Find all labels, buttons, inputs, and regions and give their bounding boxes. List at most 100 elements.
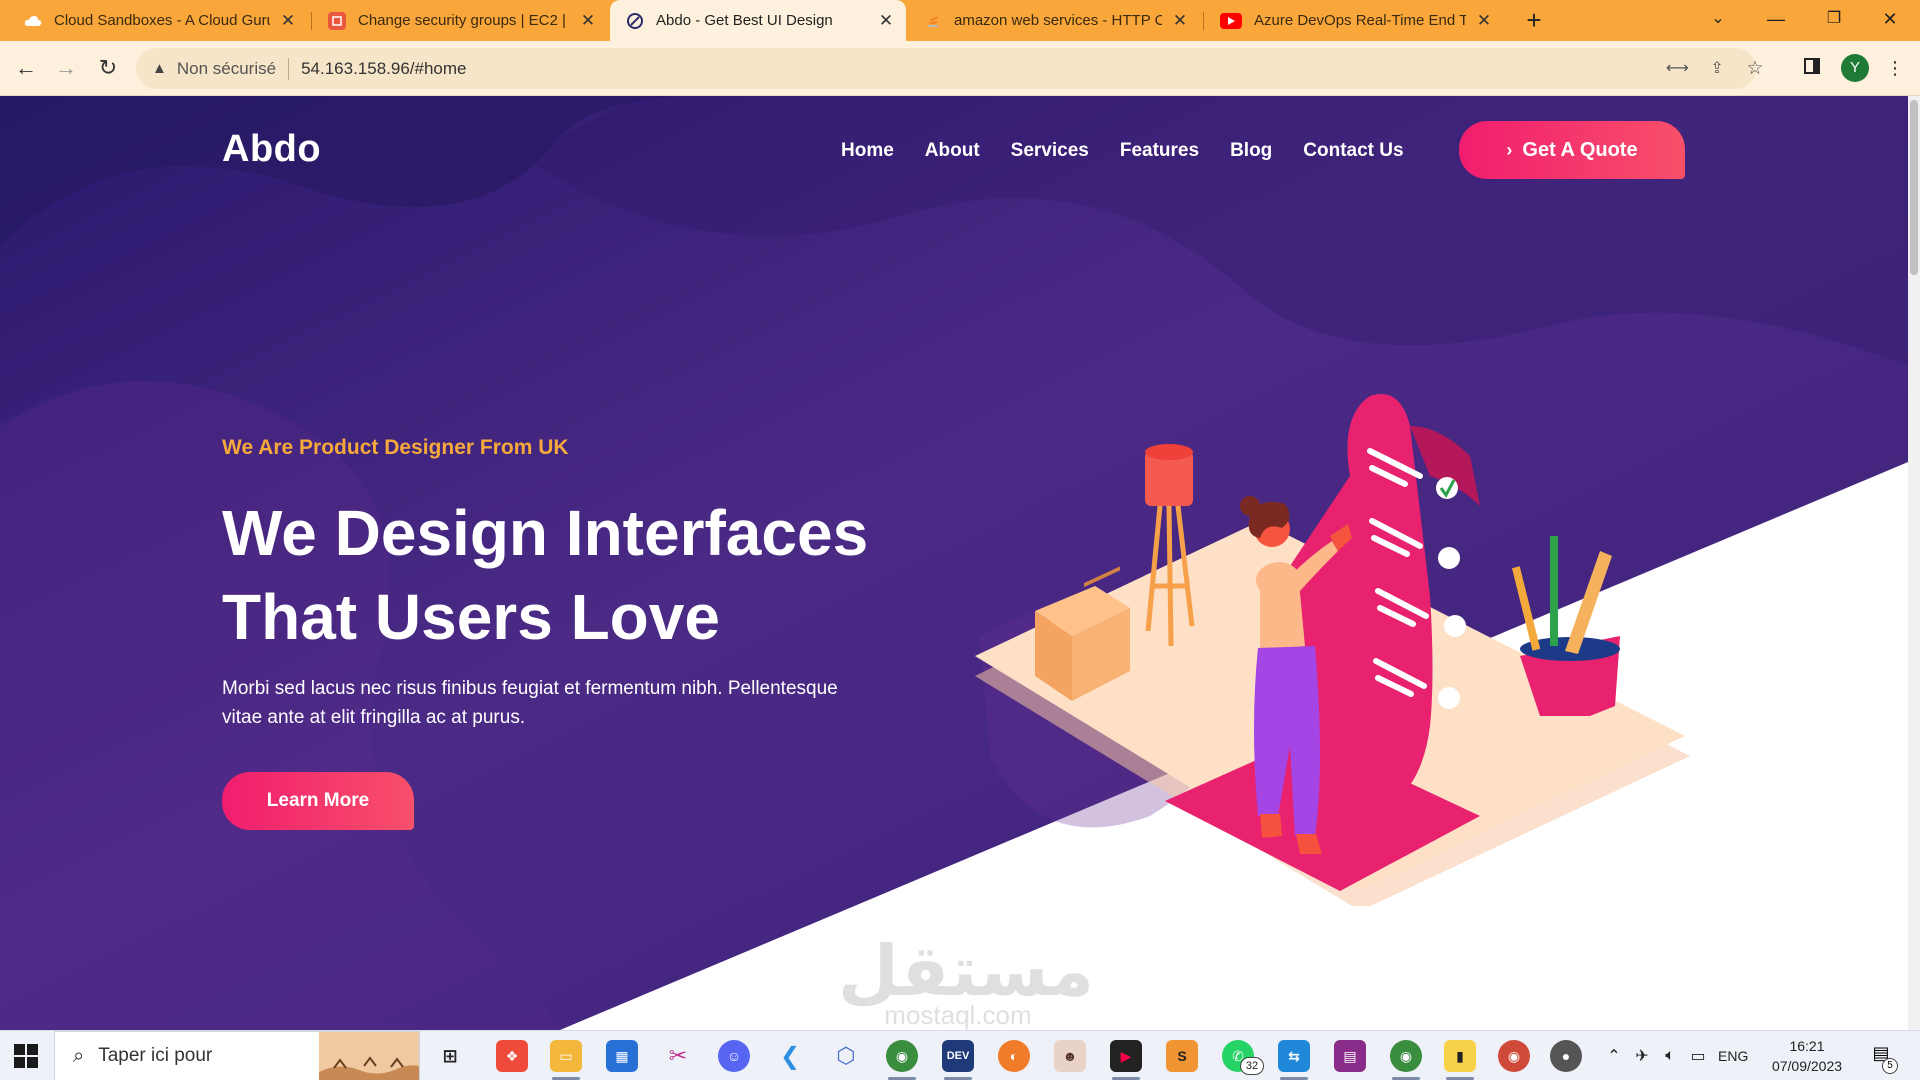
tab-search-chevron-icon[interactable]: ⌄ — [1690, 0, 1746, 41]
nav-features[interactable]: Features — [1120, 140, 1199, 162]
brave-like-icon[interactable]: ◐ — [998, 1040, 1030, 1072]
security-label[interactable]: Non sécurisé — [177, 59, 276, 79]
headline-line-2: That Users Love — [222, 581, 720, 653]
bookmark-star-icon[interactable]: ☆ — [1744, 58, 1766, 80]
airplane-icon[interactable]: ✈ — [1628, 1046, 1656, 1066]
speaker-icon[interactable]: 🔈︎ — [1656, 1047, 1684, 1065]
whatsapp-badge: 32 — [1240, 1057, 1264, 1075]
tab-abdo-active[interactable]: Abdo - Get Best UI Design ✕ — [610, 0, 906, 41]
page-viewport: Abdo Home About Services Features Blog C… — [0, 96, 1920, 1030]
remote-desktop-icon[interactable]: ⇆ — [1278, 1040, 1310, 1072]
anime-app-icon[interactable]: ☻ — [1054, 1040, 1086, 1072]
youtube-icon — [1220, 12, 1242, 29]
winrar-icon[interactable]: ▤ — [1334, 1040, 1366, 1072]
windows-start-icon[interactable] — [14, 1044, 38, 1068]
get-quote-button[interactable]: › Get A Quote — [1459, 121, 1685, 179]
translate-icon[interactable]: ⟷ — [1666, 58, 1689, 80]
address-divider — [288, 57, 290, 80]
tab-title: Cloud Sandboxes - A Cloud Guru — [54, 12, 270, 29]
minimize-icon[interactable]: — — [1748, 0, 1804, 41]
obs-icon[interactable]: ● — [1550, 1040, 1582, 1072]
chrome-profile-icon[interactable]: ◉ — [886, 1040, 918, 1072]
close-icon[interactable]: ✕ — [278, 11, 298, 31]
new-tab-icon[interactable]: + — [1520, 0, 1548, 41]
language-indicator[interactable]: ENG — [1718, 1048, 1748, 1064]
site-icon — [626, 12, 644, 30]
share-icon[interactable]: ⇪ — [1706, 58, 1728, 80]
hero-illustration — [975, 394, 1690, 906]
side-panel-icon[interactable] — [1797, 53, 1827, 83]
tab-ec2-security-groups[interactable]: Change security groups | EC2 | us ✕ — [312, 0, 608, 41]
reload-icon[interactable]: ↻ — [90, 50, 126, 86]
hero-headline: We Design Interfaces That Users Love — [222, 491, 942, 659]
close-icon[interactable]: ✕ — [1170, 11, 1190, 31]
scrollbar-thumb[interactable] — [1910, 100, 1918, 275]
address-bar[interactable]: ▲ Non sécurisé 54.163.158.96/#home ⟷ ⇪ ☆ — [136, 48, 1764, 89]
task-view-icon[interactable]: ⊞ — [434, 1040, 466, 1072]
aws-icon — [328, 11, 346, 30]
discord-icon[interactable]: ☺ — [718, 1040, 750, 1072]
vscode-icon[interactable]: ❮ — [774, 1040, 806, 1072]
description-line-1: Morbi sed lacus nec risus finibus feugia… — [222, 678, 838, 699]
main-nav: Home About Services Features Blog Contac… — [841, 140, 1435, 162]
devc-icon[interactable]: DEV — [942, 1040, 974, 1072]
file-explorer-icon[interactable]: ▭ — [550, 1040, 582, 1072]
tab-title: amazon web services - HTTP Con — [954, 12, 1162, 29]
clock-date: 07/09/2023 — [1771, 1058, 1843, 1074]
battery-icon[interactable]: ▭ — [1684, 1046, 1712, 1066]
tab-cloud-sandboxes[interactable]: Cloud Sandboxes - A Cloud Guru ✕ — [8, 0, 308, 41]
system-tray: ⌃ ✈ 🔈︎ ▭ ENG — [1600, 1031, 1770, 1080]
menu-dots-icon[interactable]: ⋮ — [1880, 53, 1910, 83]
search-placeholder[interactable]: Taper ici pour — [98, 1045, 212, 1067]
clock-time: 16:21 — [1789, 1038, 1825, 1054]
chevron-right-icon: › — [1506, 139, 1513, 160]
virtualbox-icon[interactable]: ⬡ — [830, 1040, 862, 1072]
chrome-icon[interactable]: ◉ — [1390, 1040, 1422, 1072]
chevron-up-icon[interactable]: ⌃ — [1600, 1046, 1628, 1066]
close-window-icon[interactable]: ✕ — [1862, 0, 1918, 41]
chrome-alt-icon[interactable]: ◉ — [1498, 1040, 1530, 1072]
close-icon[interactable]: ✕ — [578, 11, 598, 31]
nav-home[interactable]: Home — [841, 140, 894, 162]
pencils — [1511, 536, 1612, 654]
taskbar-search[interactable]: ⌕ Taper ici pour — [54, 1031, 420, 1080]
tab-bar: Cloud Sandboxes - A Cloud Guru ✕ Change … — [0, 0, 1920, 41]
site-logo[interactable]: Abdo — [222, 128, 321, 171]
nav-services[interactable]: Services — [1011, 140, 1089, 162]
profile-avatar[interactable]: Y — [1841, 54, 1869, 82]
restore-icon[interactable]: ❐ — [1806, 0, 1862, 41]
notification-count: 5 — [1882, 1058, 1898, 1074]
nav-contact[interactable]: Contact Us — [1303, 140, 1403, 162]
tab-stackoverflow[interactable]: amazon web services - HTTP Con ✕ — [908, 0, 1200, 41]
description-line-2: vitae ante at elit fringilla ac at purus… — [222, 707, 526, 728]
close-icon[interactable]: ✕ — [1474, 11, 1494, 31]
back-icon[interactable]: ← — [8, 50, 44, 86]
url-text[interactable]: 54.163.158.96/#home — [301, 59, 466, 79]
nav-blog[interactable]: Blog — [1230, 140, 1272, 162]
calendar-app-icon[interactable]: ❖ — [496, 1040, 528, 1072]
tab-title: Abdo - Get Best UI Design — [656, 12, 833, 29]
warning-icon[interactable]: ▲ — [152, 60, 167, 77]
terminal-icon[interactable]: ▶ — [1110, 1040, 1142, 1072]
tab-title: Change security groups | EC2 | us — [358, 12, 570, 29]
get-quote-label: Get A Quote — [1522, 138, 1638, 161]
watermark-arabic: مستقل — [838, 932, 1095, 1010]
mostaql-watermark: مستقل mostaql.com — [838, 932, 1095, 1030]
cloud-icon — [24, 12, 42, 30]
powerbi-icon[interactable]: ▮ — [1444, 1040, 1476, 1072]
search-icon: ⌕ — [73, 1044, 85, 1067]
taskbar-clock[interactable]: 16:21 07/09/2023 — [1762, 1036, 1852, 1076]
sublime-text-icon[interactable]: S — [1166, 1040, 1198, 1072]
forward-icon[interactable]: → — [48, 50, 84, 86]
close-icon[interactable]: ✕ — [876, 11, 896, 31]
learn-more-button[interactable]: Learn More — [222, 772, 414, 830]
nav-about[interactable]: About — [925, 140, 980, 162]
hero-description: Morbi sed lacus nec risus finibus feugia… — [222, 674, 922, 732]
snipping-tool-icon[interactable]: ✂ — [662, 1040, 694, 1072]
browser-toolbar: ← → ↻ ▲ Non sécurisé 54.163.158.96/#home… — [0, 41, 1920, 96]
page-scrollbar[interactable] — [1908, 96, 1920, 1030]
tab-youtube[interactable]: Azure DevOps Real-Time End To ✕ — [1204, 0, 1504, 41]
search-highlight-art — [319, 1032, 419, 1080]
microsoft-store-icon[interactable]: ▦ — [606, 1040, 638, 1072]
tab-title: Azure DevOps Real-Time End To — [1254, 12, 1466, 29]
